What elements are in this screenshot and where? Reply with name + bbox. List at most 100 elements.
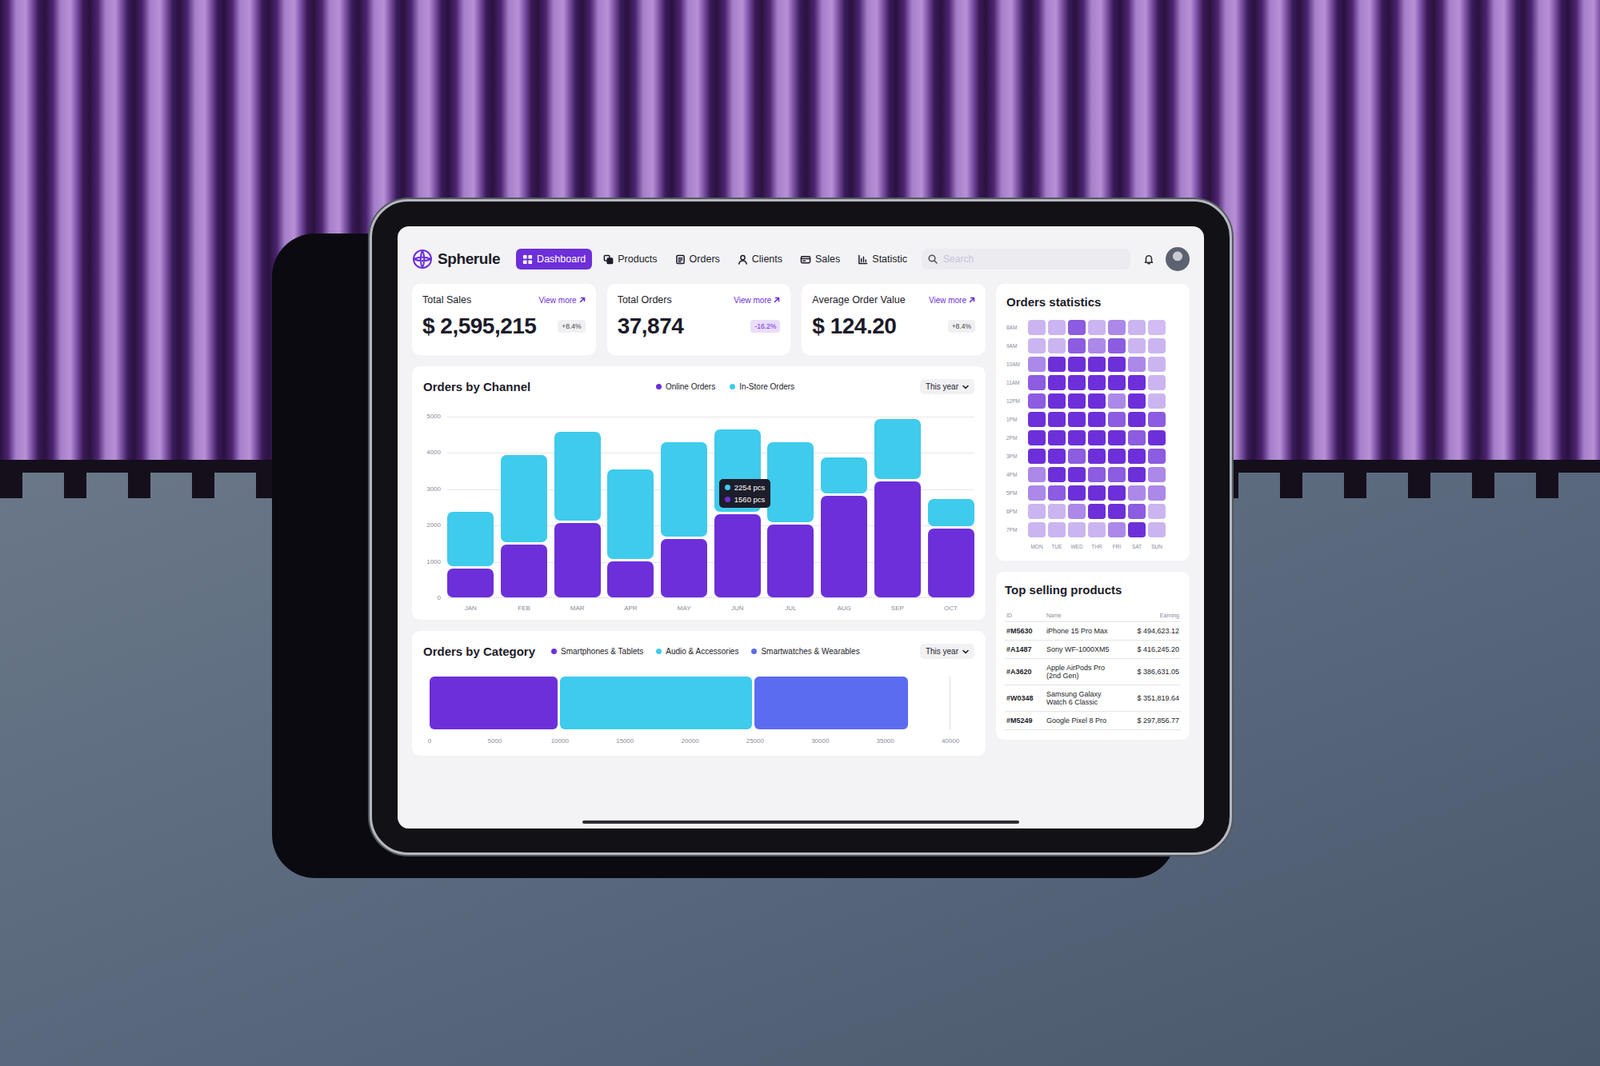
nav-item[interactable]: Sales <box>793 248 847 270</box>
heat-cell[interactable] <box>1108 338 1126 354</box>
heat-cell[interactable] <box>1148 412 1166 428</box>
nav-item[interactable]: Clients <box>731 248 789 270</box>
heat-cell[interactable] <box>1128 375 1146 391</box>
heat-cell[interactable] <box>1088 356 1106 372</box>
heat-cell[interactable] <box>1128 522 1146 538</box>
heat-cell[interactable] <box>1148 320 1166 336</box>
heat-cell[interactable] <box>1108 504 1126 520</box>
period-dropdown[interactable]: This year <box>920 644 975 660</box>
heat-cell[interactable] <box>1148 356 1166 372</box>
heat-cell[interactable] <box>1148 522 1166 538</box>
in-store-bar[interactable] <box>660 442 708 537</box>
heat-cell[interactable] <box>1048 522 1066 538</box>
heat-cell[interactable] <box>1088 504 1106 520</box>
heat-cell[interactable] <box>1088 448 1106 464</box>
in-store-bar[interactable] <box>554 432 601 521</box>
heat-cell[interactable] <box>1068 522 1086 538</box>
heat-cell[interactable] <box>1068 412 1086 428</box>
search-box[interactable] <box>921 248 1131 270</box>
heat-cell[interactable] <box>1128 412 1146 428</box>
heat-cell[interactable] <box>1128 467 1146 483</box>
logo[interactable]: Spherule <box>412 248 500 270</box>
heat-cell[interactable] <box>1048 485 1066 501</box>
heat-cell[interactable] <box>1148 504 1166 520</box>
heat-cell[interactable] <box>1088 375 1106 391</box>
heat-cell[interactable] <box>1108 522 1126 538</box>
heat-cell[interactable] <box>1108 430 1126 446</box>
heat-cell[interactable] <box>1108 412 1126 428</box>
online-bar[interactable] <box>820 496 868 598</box>
table-row[interactable]: #M5249Google Pixel 8 Pro$ 297,856.77 <box>1004 712 1181 731</box>
heat-cell[interactable] <box>1028 448 1046 464</box>
category-bar[interactable] <box>429 676 558 730</box>
online-bar[interactable] <box>874 481 921 598</box>
in-store-bar[interactable] <box>767 442 814 523</box>
heat-cell[interactable] <box>1148 375 1166 391</box>
bar-group[interactable]: 2254 pcs1560 pcs <box>714 416 761 598</box>
in-store-bar[interactable] <box>500 455 548 543</box>
online-bar[interactable] <box>660 539 708 598</box>
heat-cell[interactable] <box>1148 448 1166 464</box>
heat-cell[interactable] <box>1148 393 1166 409</box>
heat-cell[interactable] <box>1128 504 1146 520</box>
heat-cell[interactable] <box>1128 448 1146 464</box>
heat-cell[interactable] <box>1148 430 1166 446</box>
heat-cell[interactable] <box>1088 467 1106 483</box>
period-dropdown[interactable]: This year <box>920 379 975 395</box>
heat-cell[interactable] <box>1048 448 1066 464</box>
heat-cell[interactable] <box>1108 356 1126 372</box>
heat-cell[interactable] <box>1088 412 1106 428</box>
heat-cell[interactable] <box>1148 338 1166 354</box>
in-store-bar[interactable] <box>607 469 654 559</box>
heat-cell[interactable] <box>1028 522 1046 538</box>
bar-group[interactable] <box>820 416 868 598</box>
heat-cell[interactable] <box>1108 448 1126 464</box>
heat-cell[interactable] <box>1068 320 1086 336</box>
avatar[interactable] <box>1165 247 1190 272</box>
heat-cell[interactable] <box>1048 338 1066 354</box>
heat-cell[interactable] <box>1068 467 1086 483</box>
heat-cell[interactable] <box>1128 320 1146 336</box>
bar-group[interactable] <box>500 416 548 598</box>
heat-cell[interactable] <box>1048 504 1066 520</box>
nav-item[interactable]: Dashboard <box>516 248 592 270</box>
heat-cell[interactable] <box>1128 338 1146 354</box>
table-row[interactable]: #A3620Apple AirPods Pro (2nd Gen)$ 386,6… <box>1004 659 1181 686</box>
heat-cell[interactable] <box>1068 356 1086 372</box>
heat-cell[interactable] <box>1028 320 1046 336</box>
bar-group[interactable] <box>660 416 708 598</box>
bell-icon[interactable] <box>1143 253 1155 265</box>
bar-group[interactable] <box>447 416 494 598</box>
search-input[interactable] <box>941 252 1124 266</box>
heat-cell[interactable] <box>1088 320 1106 336</box>
heat-cell[interactable] <box>1028 375 1046 391</box>
online-bar[interactable] <box>554 523 601 598</box>
nav-item[interactable]: Orders <box>668 248 727 270</box>
table-row[interactable]: #M5630iPhone 15 Pro Max$ 494,623.12 <box>1004 622 1181 641</box>
heat-cell[interactable] <box>1068 375 1086 391</box>
nav-item[interactable]: Products <box>596 248 664 270</box>
heat-cell[interactable] <box>1028 338 1046 354</box>
online-bar[interactable] <box>767 524 814 598</box>
heat-cell[interactable] <box>1148 467 1166 483</box>
bar-group[interactable] <box>928 416 975 598</box>
category-bar[interactable] <box>560 676 753 730</box>
heat-cell[interactable] <box>1068 504 1086 520</box>
heat-cell[interactable] <box>1108 320 1126 336</box>
online-bar[interactable] <box>500 544 548 598</box>
heat-cell[interactable] <box>1028 467 1046 483</box>
view-more-link[interactable]: View more <box>539 296 586 305</box>
bar-group[interactable] <box>767 416 814 598</box>
heat-cell[interactable] <box>1048 393 1066 409</box>
heat-cell[interactable] <box>1028 485 1046 501</box>
table-row[interactable]: #W0348Samsung Galaxy Watch 6 Classic$ 35… <box>1004 685 1181 712</box>
online-bar[interactable] <box>607 561 654 598</box>
heat-cell[interactable] <box>1068 485 1086 501</box>
heat-cell[interactable] <box>1028 393 1046 409</box>
heat-cell[interactable] <box>1088 485 1106 501</box>
heat-cell[interactable] <box>1088 522 1106 538</box>
view-more-link[interactable]: View more <box>733 296 780 305</box>
heat-cell[interactable] <box>1048 375 1066 391</box>
in-store-bar[interactable] <box>874 419 921 480</box>
heat-cell[interactable] <box>1048 430 1066 446</box>
